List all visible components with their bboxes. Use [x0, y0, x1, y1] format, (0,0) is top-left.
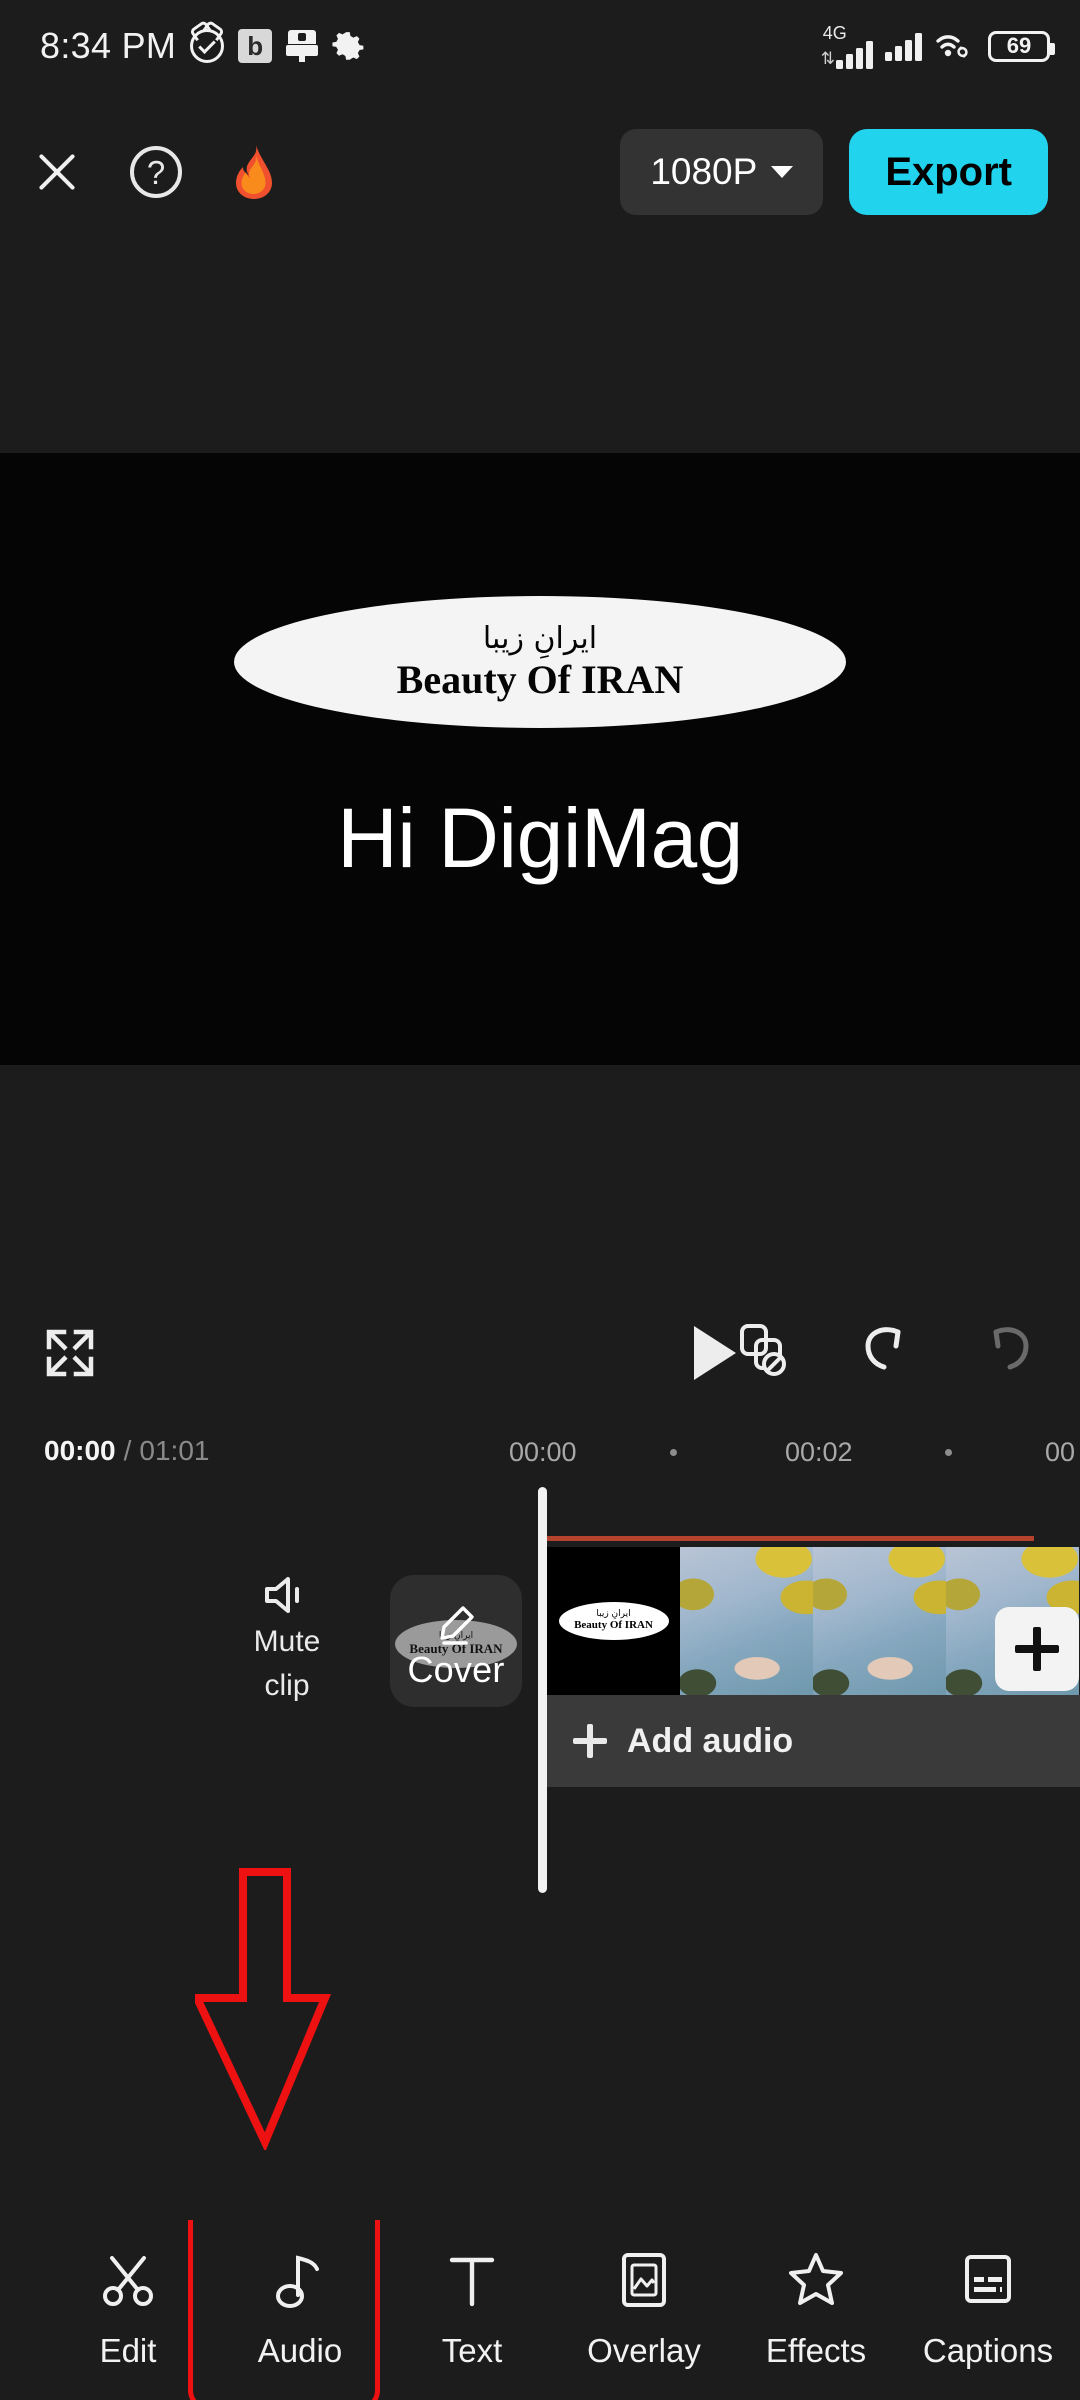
ruler-dot-1	[945, 1449, 952, 1456]
mute-clip-label-2: clip	[264, 1668, 310, 1702]
scissors-icon	[100, 2250, 156, 2310]
plus-icon	[573, 1724, 607, 1758]
current-time-label: 00:00	[44, 1435, 116, 1466]
ruler-tick-2: 00	[1045, 1437, 1076, 1467]
sparkle-star-icon	[789, 2250, 843, 2310]
player-right-tools	[736, 1322, 1036, 1383]
app-bar-left-actions: ?	[32, 144, 278, 200]
cover-label: Cover	[407, 1649, 505, 1690]
ruler-tick-0: 00:00	[509, 1437, 577, 1467]
overlay-image-icon	[619, 2250, 669, 2310]
timeline-left-controls: Mute clip ایرانِ زیبا Beauty Of IRAN Cov…	[0, 1575, 522, 1707]
add-audio-label: Add audio	[627, 1721, 794, 1760]
music-note-icon	[276, 2250, 324, 2310]
clip-frame-thumbnail[interactable]: ایرانِ زیبا Beauty Of IRAN	[547, 1547, 680, 1695]
export-button[interactable]: Export	[849, 129, 1048, 215]
timeline[interactable]: Mute clip ایرانِ زیبا Beauty Of IRAN Cov…	[0, 1487, 1080, 1893]
alarm-clock-icon	[190, 29, 225, 63]
tool-label: Edit	[99, 2332, 157, 2369]
speaker-mute-icon	[261, 1575, 313, 1615]
total-time-label: 01:01	[139, 1435, 210, 1466]
b-app-badge-icon: b	[238, 29, 273, 63]
clip-frame-thumbnail[interactable]	[813, 1547, 946, 1695]
close-icon[interactable]	[32, 147, 82, 197]
resolution-selector[interactable]: 1080P	[620, 129, 824, 215]
preview-logo-english: Beauty Of IRAN	[396, 656, 684, 702]
undo-icon[interactable]	[858, 1324, 914, 1381]
bottom-toolbar: Edit Audio Text Overlay Effects Captions	[0, 2220, 1080, 2400]
redo-icon[interactable]	[980, 1324, 1036, 1381]
playhead[interactable]	[538, 1487, 547, 1893]
video-preview[interactable]: ایرانِ زیبا Beauty Of IRAN Hi DigiMag	[0, 453, 1080, 1065]
time-readout: 00:00 / 01:01	[44, 1435, 209, 1467]
top-app-bar: ? 1080P Export	[0, 92, 1080, 252]
tool-label: Captions	[922, 2332, 1054, 2369]
resolution-label: 1080P	[650, 151, 758, 192]
tool-label: Effects	[765, 2332, 867, 2369]
captions-icon	[962, 2250, 1014, 2310]
clip-track-area[interactable]: ایرانِ زیبا Beauty Of IRAN	[547, 1487, 1080, 1887]
ruler-dot-0	[670, 1449, 677, 1456]
flame-icon[interactable]	[230, 144, 278, 200]
cover-button[interactable]: ایرانِ زیبا Beauty Of IRAN Cover	[390, 1575, 522, 1707]
clip-frame-persian: ایرانِ زیبا	[596, 1609, 631, 1620]
text-t-icon	[446, 2250, 498, 2310]
wifi-icon	[934, 30, 976, 62]
time-separator: /	[123, 1435, 132, 1466]
ruler-tick-1: 00:02	[785, 1437, 853, 1467]
preview-title-text: Hi DigiMag	[337, 791, 743, 885]
battery-level-label: 69	[1006, 33, 1032, 58]
tool-effects[interactable]: Effects	[730, 2250, 902, 2370]
tool-edit[interactable]: Edit	[42, 2250, 214, 2370]
mute-clip-label-1: Mute	[253, 1625, 321, 1658]
clip-frame-thumbnail[interactable]	[680, 1547, 813, 1695]
preview-logo-ellipse: ایرانِ زیبا Beauty Of IRAN	[234, 596, 846, 728]
player-controls	[0, 1290, 1080, 1415]
app-bar-right-actions: 1080P Export	[620, 129, 1048, 215]
help-circle-icon[interactable]: ?	[130, 146, 182, 198]
signal-bars-secondary-icon	[885, 31, 922, 61]
pencil-icon	[436, 1605, 476, 1652]
status-bar-right: 4G ⇅ 69	[821, 24, 1055, 69]
tool-aspect[interactable]: Aspe	[1074, 2250, 1080, 2370]
data-transfer-icon: ⇅	[820, 48, 835, 68]
tool-text[interactable]: Text	[386, 2250, 558, 2370]
battery-icon: 69	[988, 30, 1055, 62]
gear-icon	[332, 30, 364, 62]
keyframe-disabled-icon[interactable]	[736, 1322, 792, 1383]
status-bar-left: 8:34 PM b	[40, 25, 364, 67]
fullscreen-icon[interactable]	[44, 1327, 96, 1379]
signal-bars-icon: 4G ⇅	[821, 24, 873, 69]
tool-label: Overlay	[587, 2332, 701, 2369]
tool-audio[interactable]: Audio	[214, 2250, 386, 2370]
status-bar-clock: 8:34 PM	[40, 25, 177, 66]
add-audio-track[interactable]: Add audio	[547, 1695, 1080, 1787]
chevron-down-icon	[771, 166, 794, 178]
tool-label: Text	[441, 2332, 503, 2369]
video-editor-screen: 8:34 PM b 4G ⇅ 69 ? 1080P Export ایرانِ …	[0, 0, 1080, 2400]
clip-frame-logo: ایرانِ زیبا Beauty Of IRAN	[558, 1602, 669, 1640]
play-icon[interactable]	[694, 1325, 736, 1380]
status-bar: 8:34 PM b 4G ⇅ 69	[0, 0, 1080, 92]
preview-logo-persian: ایرانِ زیبا	[482, 620, 598, 656]
inbox-icon	[286, 30, 319, 62]
tool-label: Audio	[257, 2332, 343, 2369]
timeline-ruler: 00:00 / 01:01 00:00 00:02 00	[0, 1415, 1080, 1487]
mute-clip-button[interactable]: Mute clip	[212, 1575, 362, 1702]
tool-overlay[interactable]: Overlay	[558, 2250, 730, 2370]
clip-selection-bar	[547, 1536, 1034, 1541]
add-clip-button[interactable]	[995, 1607, 1079, 1691]
tool-captions[interactable]: Captions	[902, 2250, 1074, 2370]
clip-frame-english: Beauty Of IRAN	[574, 1619, 653, 1632]
down-arrow-annotation	[190, 1868, 335, 2152]
